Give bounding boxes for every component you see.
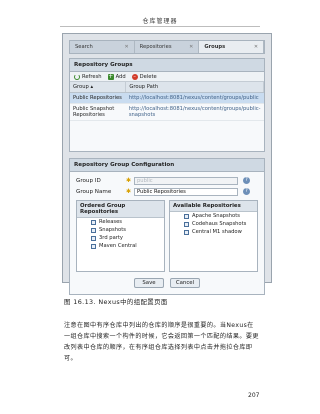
- tab-bar: Search ✕ Repositories ✕ Groups ✕: [69, 40, 265, 54]
- add-label: Add: [115, 73, 126, 80]
- group-id-label: Group ID: [76, 177, 101, 184]
- sort-asc-icon: ▴: [90, 84, 94, 90]
- group-name-label: Group Name: [76, 188, 112, 195]
- list-item[interactable]: Releases: [77, 218, 164, 226]
- tab-label: Repositories: [139, 44, 172, 50]
- body-paragraph: 注意在图中有序仓库中列出的仓库的顺序是很重要的。当Nexus在一组仓库中搜索一个…: [64, 322, 259, 362]
- list-title: Available Repositories: [170, 201, 257, 212]
- group-configuration-panel: Repository Group Configuration Group ID …: [69, 158, 265, 295]
- tab-search[interactable]: Search ✕: [70, 41, 135, 53]
- list-item-label: Codehaus Snapshots: [192, 221, 247, 227]
- group-id-row: Group ID ✱ public ?: [70, 175, 264, 186]
- close-icon[interactable]: ✕: [254, 44, 258, 50]
- group-name-row: Group Name ✱ Public Repositories ?: [70, 186, 264, 197]
- cancel-button[interactable]: Cancel: [170, 278, 200, 288]
- panel-title: Repository Group Configuration: [70, 159, 264, 172]
- repository-icon: [91, 219, 96, 225]
- tab-label: Groups: [204, 44, 226, 50]
- list-item-label: Snapshots: [99, 227, 126, 233]
- list-item-label: 3rd party: [99, 235, 123, 241]
- column-header-group[interactable]: Group ▴: [70, 82, 127, 93]
- save-button[interactable]: Save: [134, 278, 164, 288]
- list-item[interactable]: Maven Central: [77, 242, 164, 250]
- add-icon: +: [107, 72, 114, 80]
- list-item-label: Apache Snapshots: [192, 213, 240, 219]
- page-number: 207: [248, 392, 260, 399]
- list-item[interactable]: Codehaus Snapshots: [170, 220, 257, 228]
- figure-caption: 图 16.13. Nexus中的组配置页面: [64, 298, 168, 306]
- close-icon[interactable]: ✕: [189, 44, 193, 50]
- repository-groups-panel: Repository Groups Refresh + Add – Delete…: [69, 58, 265, 152]
- delete-label: Delete: [139, 73, 157, 80]
- group-path-cell: http://localhost:8081/nexus/content/grou…: [125, 103, 264, 121]
- repository-icon: [184, 221, 189, 227]
- repository-icon: [91, 235, 96, 241]
- refresh-label: Refresh: [82, 73, 102, 80]
- list-item[interactable]: Snapshots: [77, 226, 164, 234]
- delete-button[interactable]: – Delete: [131, 73, 157, 80]
- group-id-field: public: [134, 176, 238, 185]
- list-item[interactable]: Central M1 shadow: [170, 228, 257, 236]
- list-item[interactable]: 3rd party: [77, 234, 164, 242]
- table-row[interactable]: Public Repositories http://localhost:808…: [70, 92, 264, 104]
- groups-table: Group ▴ Group Path Public Repositories h…: [70, 82, 264, 121]
- column-label: Group: [73, 84, 89, 90]
- list-item-label: Central M1 shadow: [192, 229, 242, 235]
- repository-icon: [184, 213, 189, 219]
- repository-lists: Ordered Group Repositories Releases Snap…: [70, 197, 264, 276]
- list-item[interactable]: Apache Snapshots: [170, 212, 257, 220]
- group-cell: Public Snapshot Repositories: [70, 103, 126, 121]
- help-icon[interactable]: ?: [243, 177, 250, 184]
- repository-icon: [184, 229, 189, 235]
- header-rule: [60, 26, 260, 27]
- refresh-button[interactable]: Refresh: [74, 73, 102, 80]
- column-header-group-path[interactable]: Group Path: [125, 82, 264, 93]
- nexus-screenshot: Search ✕ Repositories ✕ Groups ✕ Reposit…: [62, 33, 272, 295]
- add-button[interactable]: + Add: [107, 72, 126, 80]
- ordered-repositories-list[interactable]: Ordered Group Repositories Releases Snap…: [76, 200, 165, 272]
- table-row[interactable]: Public Snapshot Repositories http://loca…: [70, 103, 264, 121]
- delete-icon: –: [131, 73, 138, 80]
- required-icon: ✱: [126, 188, 132, 195]
- list-item-label: Maven Central: [99, 243, 137, 249]
- form-buttons: Save Cancel: [70, 276, 264, 294]
- group-path-cell: http://localhost:8081/nexus/content/grou…: [125, 92, 264, 104]
- list-item-label: Releases: [99, 219, 122, 225]
- panel-title: Repository Groups: [70, 59, 264, 72]
- required-icon: ✱: [126, 177, 132, 184]
- toolbar: Refresh + Add – Delete: [70, 72, 264, 82]
- table-empty-area: [70, 121, 264, 151]
- repository-icon: [91, 243, 96, 249]
- repository-icon: [91, 227, 96, 233]
- tab-label: Search: [75, 44, 93, 50]
- tab-groups[interactable]: Groups ✕: [199, 41, 265, 53]
- available-repositories-list[interactable]: Available Repositories Apache Snapshots …: [169, 200, 258, 272]
- help-icon[interactable]: ?: [243, 188, 250, 195]
- close-icon[interactable]: ✕: [124, 44, 128, 50]
- group-name-field[interactable]: Public Repositories: [134, 187, 238, 196]
- page-header: 仓库管理器: [142, 18, 178, 25]
- tab-repositories[interactable]: Repositories ✕: [135, 41, 200, 53]
- refresh-icon: [74, 73, 80, 80]
- group-cell: Public Repositories: [70, 92, 126, 104]
- list-title: Ordered Group Repositories: [77, 201, 164, 218]
